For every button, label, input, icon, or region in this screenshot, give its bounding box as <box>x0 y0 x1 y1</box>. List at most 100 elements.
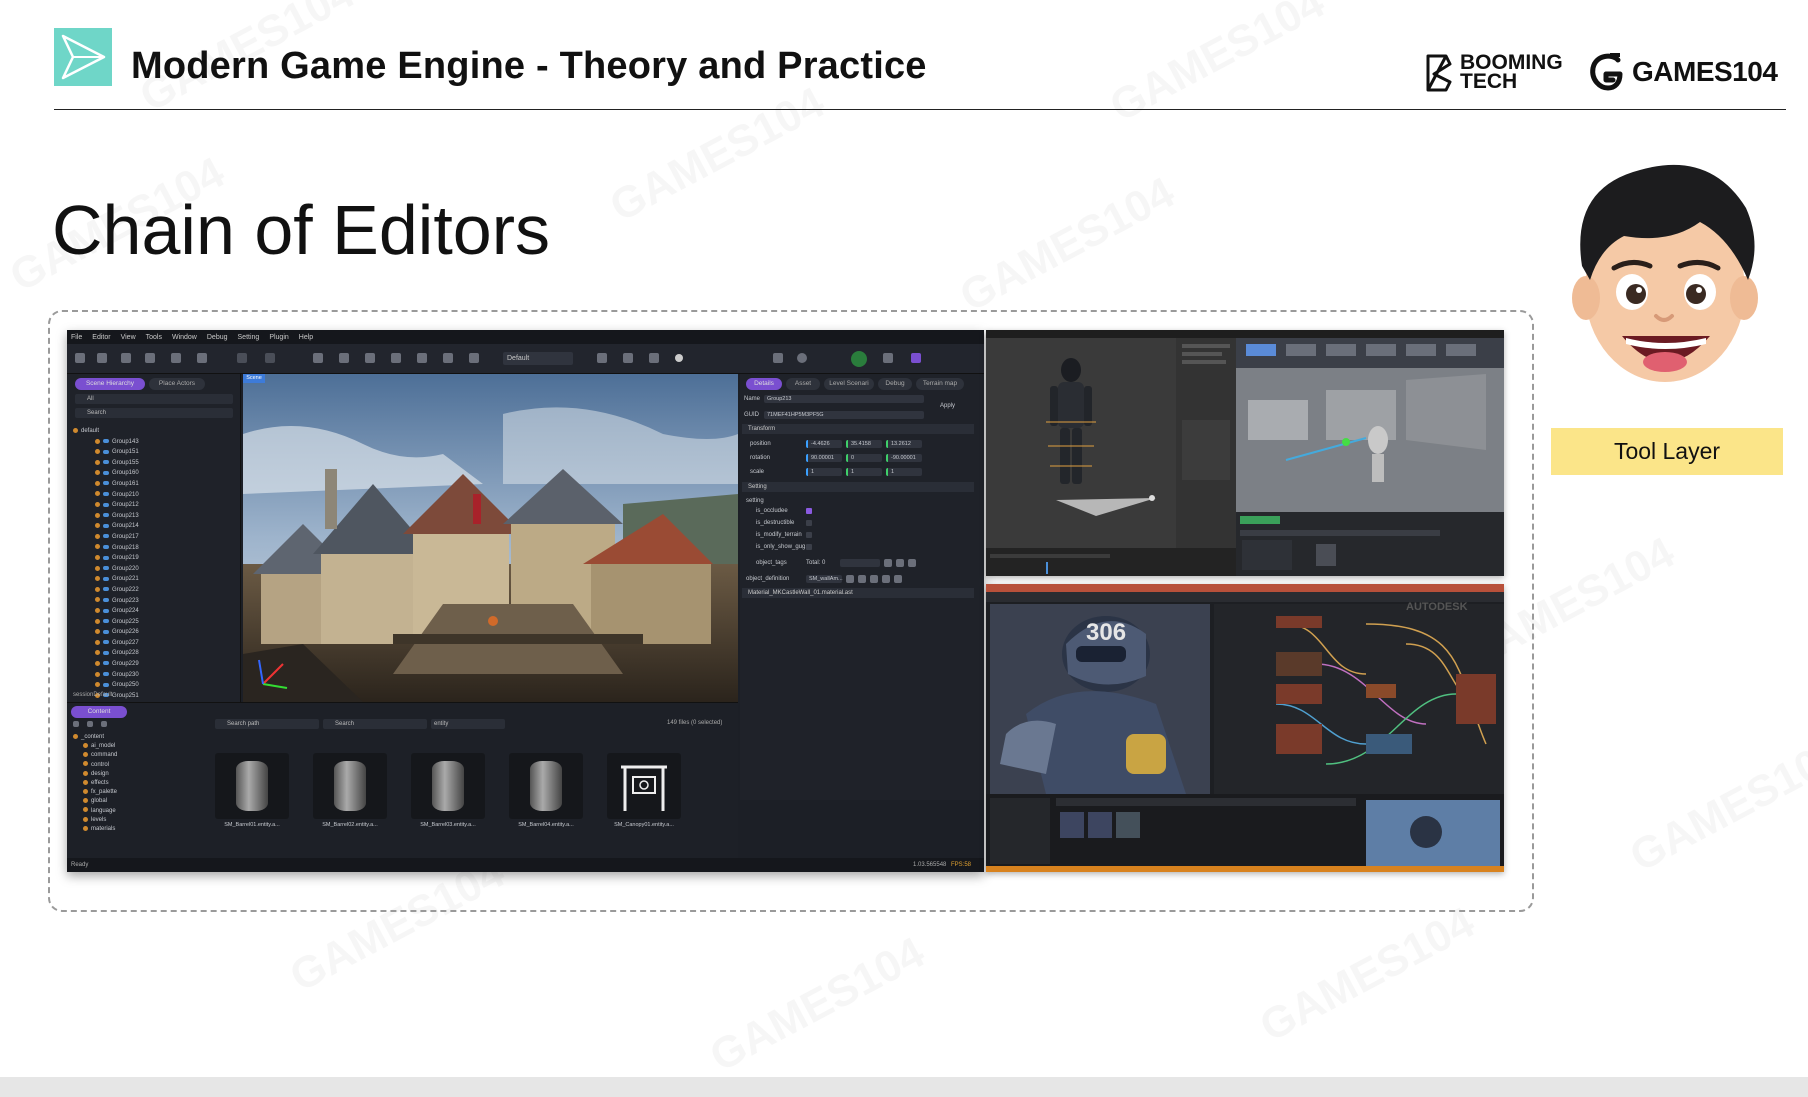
copy-icon <box>171 353 181 363</box>
village-scene-render <box>243 374 738 702</box>
tree-item: Group229 <box>73 659 233 670</box>
redo-icon <box>265 353 275 363</box>
content-folder: language <box>73 807 213 816</box>
entity-icon <box>95 533 100 539</box>
content-search-input: Search <box>323 719 427 729</box>
games104-icon <box>1590 53 1623 91</box>
name-field: Group213 <box>764 395 924 403</box>
folder-icon <box>83 770 88 776</box>
content-folder-label: language <box>91 807 116 814</box>
barrel-icon <box>334 761 366 811</box>
light-icon <box>623 353 633 363</box>
animation-editor-render <box>986 330 1504 576</box>
visibility-icon <box>103 608 109 613</box>
tree-root-label: default <box>81 428 100 434</box>
visibility-icon <box>103 502 109 507</box>
tree-item: Group210 <box>73 490 233 501</box>
bucket-icon <box>121 353 131 363</box>
entity-icon <box>95 565 100 571</box>
status-version: 1.03.565548 <box>913 862 947 868</box>
tree-item-label: Group155 <box>112 459 139 466</box>
tab-scene-hierarchy: Scene Hierarchy <box>75 378 145 390</box>
watermark: GAMES104 <box>1622 728 1808 882</box>
file-count: 149 files (0 selected) <box>667 720 723 726</box>
close-icon <box>896 559 904 567</box>
booming-tech-wordmark: BOOMING TECH <box>1460 51 1563 93</box>
tool-layer-label: Tool Layer <box>1551 428 1783 475</box>
tab-asset: Asset <box>786 378 820 390</box>
material-editor-render: 306 AUTODESK <box>986 584 1504 872</box>
tree-item-label: Group218 <box>112 544 139 551</box>
tree-item-label: Group230 <box>112 671 139 678</box>
visibility-icon <box>103 439 109 444</box>
engine-editor-screenshot: File Editor View Tools Window Debug Sett… <box>67 330 984 872</box>
booming-tech-icon <box>1426 54 1452 92</box>
visibility-icon <box>103 544 109 549</box>
visibility-icon <box>103 534 109 539</box>
tree-item-label: Group225 <box>112 618 139 625</box>
forward-icon <box>87 721 93 727</box>
slide-header: Modern Game Engine - Theory and Practice… <box>54 28 1786 110</box>
content-folder-label: fx_palette <box>91 789 118 796</box>
setting-sub-label: setting <box>746 498 764 504</box>
tree-item-label: Group213 <box>112 512 139 519</box>
tree-item: Group218 <box>73 543 233 554</box>
content-folder-label: materials <box>91 825 116 832</box>
scale-z: 1 <box>886 468 922 476</box>
content-tree: _content ai_model command control design effe… <box>73 733 213 834</box>
scene-hierarchy-panel: Scene Hierarchy Place Actors All Search … <box>67 374 241 702</box>
content-folder-label: _content <box>81 734 105 740</box>
visibility-icon <box>103 513 109 518</box>
autodesk-watermark: AUTODESK <box>1406 601 1468 613</box>
tree-item-label: Group227 <box>112 639 139 646</box>
hierarchy-tree: default Group143 Group151 Group155 Group160… <box>73 426 233 701</box>
save-icon <box>75 353 85 363</box>
entity-icon <box>95 629 100 635</box>
visibility-icon <box>103 481 109 486</box>
watermark: GAMES104 <box>1252 898 1483 1052</box>
guid-label: GUID <box>744 412 759 418</box>
entity-icon <box>95 597 100 603</box>
link-icon <box>882 575 890 583</box>
visibility-icon <box>103 629 109 634</box>
material-row: Material_MKCastleWall_01.material.ast <box>742 588 974 598</box>
scene-viewport <box>243 374 738 702</box>
folder-icon <box>73 733 78 739</box>
tree-item: Group213 <box>73 511 233 522</box>
folder-icon <box>83 798 88 804</box>
visibility-icon <box>103 470 109 475</box>
tab-content: Content <box>71 706 127 718</box>
entity-icon <box>95 650 100 656</box>
add-icon <box>858 575 866 583</box>
menu-tools: Tools <box>145 333 162 341</box>
object-definition-label: object_definition <box>746 576 790 582</box>
content-folder-label: effects <box>91 779 109 786</box>
tree-item: Group250 <box>73 680 233 691</box>
folder-icon <box>870 575 878 583</box>
tree-item: Group227 <box>73 638 233 649</box>
visibility-icon <box>103 682 109 687</box>
editor-status-bar: Ready 1.03.565548 FPS:58 <box>67 858 984 872</box>
visibility-icon <box>103 566 109 571</box>
tree-item: Group226 <box>73 627 233 638</box>
tree-item: Group224 <box>73 606 233 617</box>
tree-item-label: Group220 <box>112 565 139 572</box>
scale-icon <box>391 353 401 363</box>
watermark: GAMES104 <box>702 928 933 1082</box>
rotate-icon <box>365 353 375 363</box>
games104-wordmark: GAMES104 <box>1632 56 1778 87</box>
type-filter-dropdown: entity <box>431 719 505 729</box>
entity-icon <box>95 470 100 476</box>
tree-item-label: Group210 <box>112 491 139 498</box>
setting-section: Setting <box>742 482 974 492</box>
content-folder: command <box>73 751 213 760</box>
presenter-avatar <box>1560 148 1770 408</box>
tab-debug: Debug <box>878 378 912 390</box>
tree-item-label: Group222 <box>112 586 139 593</box>
folder-icon <box>83 761 88 767</box>
slider-knob-icon <box>675 354 683 362</box>
entity-icon <box>95 660 100 666</box>
search-icon <box>894 575 902 583</box>
tree-item: Group222 <box>73 585 233 596</box>
tree-item: Group155 <box>73 458 233 469</box>
